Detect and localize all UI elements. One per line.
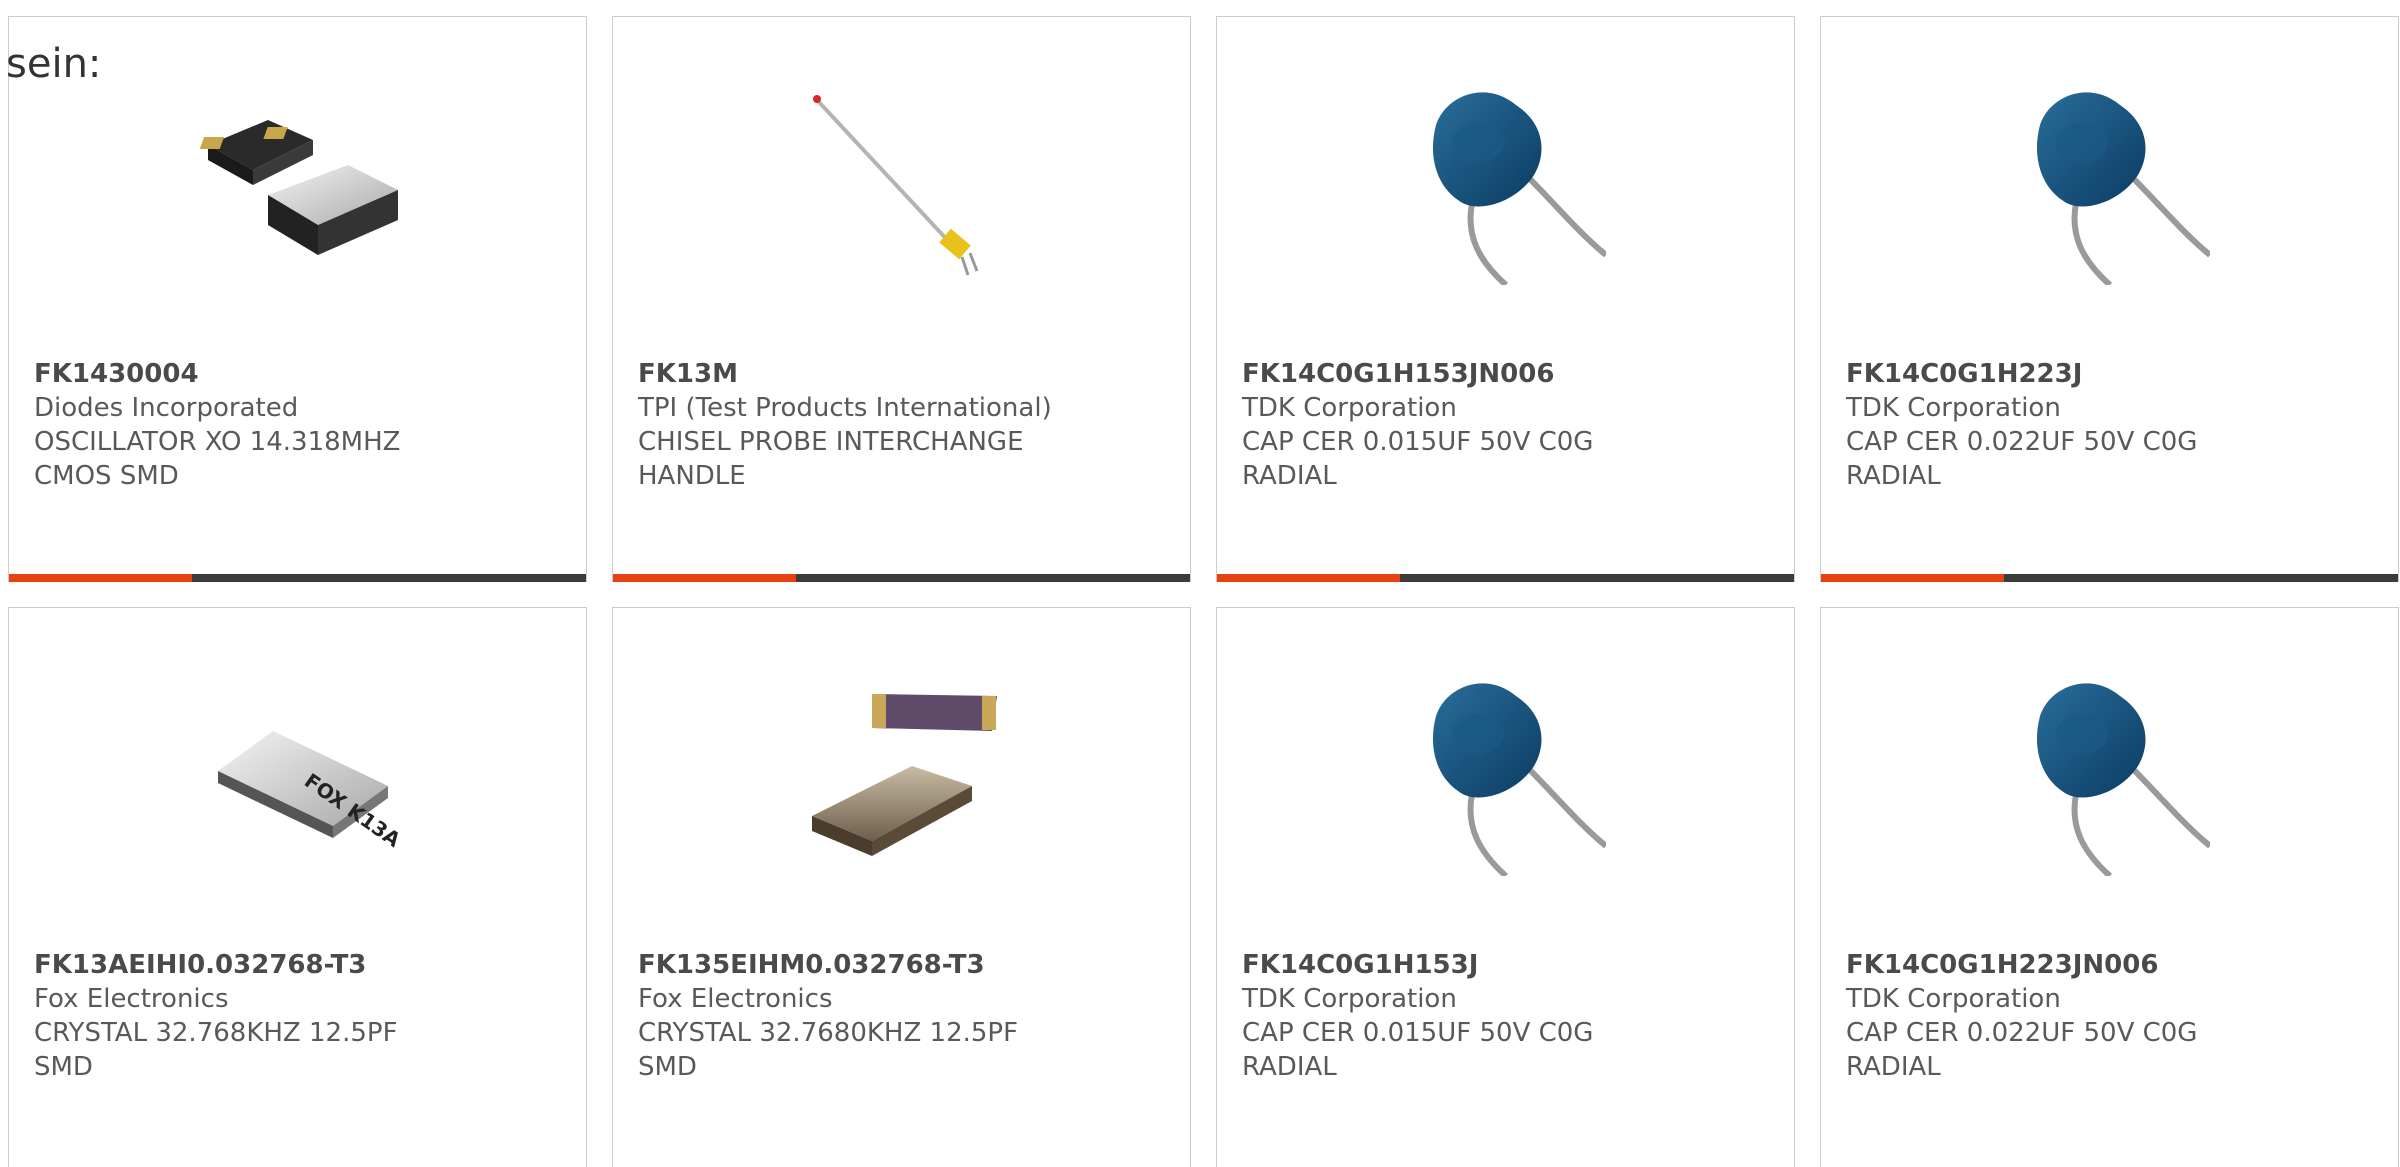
description: CHISEL PROBE INTERCHANGE HANDLE <box>638 427 1024 491</box>
product-card[interactable]: FK13M TPI (Test Products International) … <box>612 16 1191 582</box>
manufacturer: TDK Corporation <box>1242 984 1457 1014</box>
description: CRYSTAL 32.7680KHZ 12.5PF SMD <box>638 1018 1019 1082</box>
manufacturer: Diodes Incorporated <box>34 393 299 423</box>
manufacturer: TDK Corporation <box>1846 393 2061 423</box>
card-bar <box>613 574 1190 582</box>
product-card[interactable]: FK14C0G1H223J TDK Corporation CAP CER 0.… <box>1820 16 2399 582</box>
manufacturer: Fox Electronics <box>34 984 229 1014</box>
ceramic-capacitor-icon <box>2010 85 2210 285</box>
part-number[interactable]: FK135EIHM0.032768-T3 <box>638 948 1170 982</box>
card-bar-accent <box>1821 574 2004 582</box>
product-card[interactable]: FK1430004 Diodes Incorporated OSCILLATOR… <box>8 16 587 582</box>
product-card[interactable]: FK14C0G1H153J TDK Corporation CAP CER 0.… <box>1216 607 1795 1167</box>
manufacturer: Fox Electronics <box>638 984 833 1014</box>
ceramic-capacitor-icon <box>1406 85 1606 285</box>
product-card[interactable]: FK14C0G1H153JN006 TDK Corporation CAP CE… <box>1216 16 1795 582</box>
product-card[interactable]: FK135EIHM0.032768-T3 Fox Electronics CRY… <box>612 607 1191 1167</box>
product-image-crystal-smd <box>802 676 1002 876</box>
product-card[interactable]: FK14C0G1H223JN006 TDK Corporation CAP CE… <box>1820 607 2399 1167</box>
part-number[interactable]: FK13AEIHI0.032768-T3 <box>34 948 566 982</box>
card-bar-accent <box>1217 574 1400 582</box>
part-number[interactable]: FK14C0G1H223J <box>1846 357 2378 391</box>
oscillator-smd-icon <box>198 85 398 285</box>
description: CAP CER 0.015UF 50V C0G RADIAL <box>1242 1018 1594 1082</box>
product-image-capacitor <box>1406 676 1606 876</box>
product-card[interactable]: FOX K13A FK13AEIHI0.032768-T3 Fox Electr… <box>8 607 587 1167</box>
probe-icon <box>802 85 1002 285</box>
part-number[interactable]: FK1430004 <box>34 357 566 391</box>
manufacturer: TDK Corporation <box>1846 984 2061 1014</box>
card-bar <box>1217 574 1794 582</box>
card-bar <box>9 574 586 582</box>
card-bar-accent <box>9 574 192 582</box>
description: CRYSTAL 32.768KHZ 12.5PF SMD <box>34 1018 398 1082</box>
card-bar <box>1821 574 2398 582</box>
card-bar-accent <box>613 574 796 582</box>
part-number[interactable]: FK13M <box>638 357 1170 391</box>
crystal-fox-icon: FOX K13A <box>198 676 398 852</box>
product-image-capacitor <box>1406 85 1606 285</box>
crystal-smd-icon <box>802 676 1002 876</box>
part-number[interactable]: FK14C0G1H153J <box>1242 948 1774 982</box>
part-number[interactable]: FK14C0G1H153JN006 <box>1242 357 1774 391</box>
product-image-capacitor <box>2010 676 2210 876</box>
product-image-capacitor <box>2010 85 2210 285</box>
manufacturer: TPI (Test Products International) <box>638 393 1052 423</box>
part-number[interactable]: FK14C0G1H223JN006 <box>1846 948 2378 982</box>
product-image-oscillator <box>198 85 398 285</box>
ceramic-capacitor-icon <box>2010 676 2210 876</box>
description: CAP CER 0.022UF 50V C0G RADIAL <box>1846 427 2198 491</box>
product-grid: FK1430004 Diodes Incorporated OSCILLATOR… <box>8 16 2399 1167</box>
description: CAP CER 0.022UF 50V C0G RADIAL <box>1846 1018 2198 1082</box>
page: sein: FK1430004 Diodes Incorporated OSCI… <box>0 0 2400 1167</box>
ceramic-capacitor-icon <box>1406 676 1606 876</box>
description: CAP CER 0.015UF 50V C0G RADIAL <box>1242 427 1594 491</box>
product-image-crystal-fox: FOX K13A <box>198 676 398 876</box>
intro-text: sein: <box>6 41 102 87</box>
manufacturer: TDK Corporation <box>1242 393 1457 423</box>
description: OSCILLATOR XO 14.318MHZ CMOS SMD <box>34 427 401 491</box>
product-image-probe <box>802 85 1002 285</box>
